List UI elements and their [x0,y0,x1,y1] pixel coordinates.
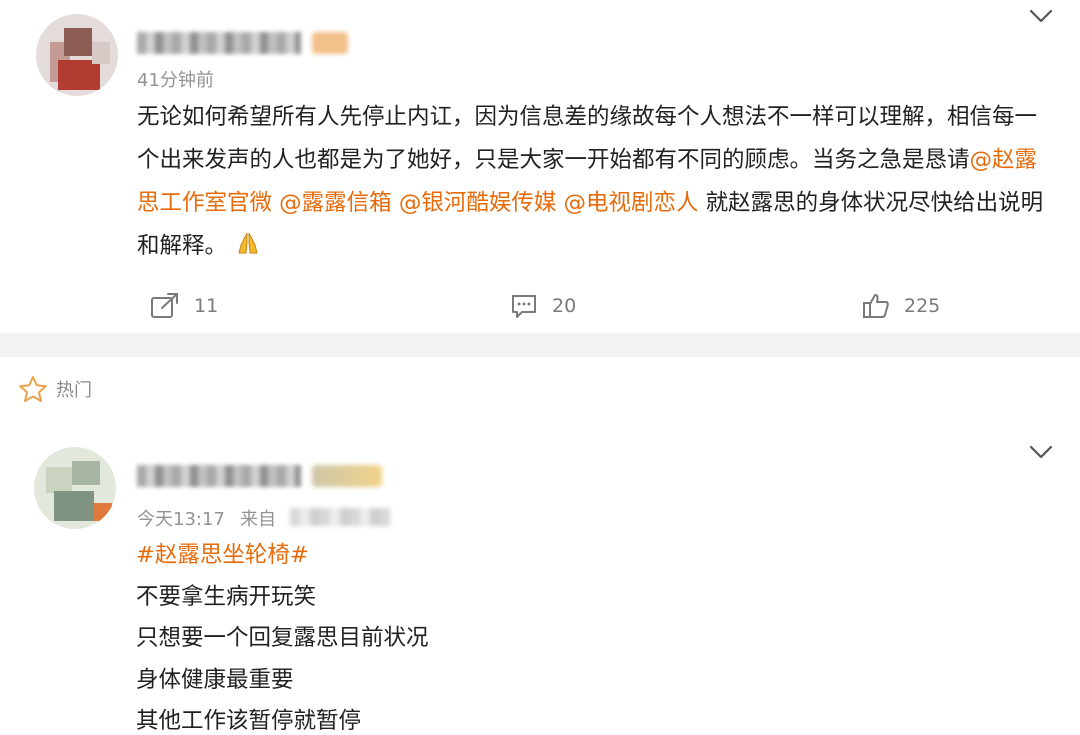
avatar[interactable] [36,14,118,96]
reply-line: 只想要一个回复露思目前状况 [136,625,429,651]
reply-line: 其他工作该暂停就暂停 [136,708,362,734]
post-card: 41分钟前 无论如何希望所有人先停止内讧，因为信息差的缘故每个人想法不一样可以理… [0,0,1080,333]
mention-link[interactable]: @银河酷娱传媒 [399,190,557,216]
hot-comments-section: 热门 今天13:17 来自 #赵露思坐轮椅# 不要拿生病开玩笑 只想要一个回复露… [0,357,1080,734]
post-text-before: 无论如何希望所有人先停止内讧，因为信息差的缘故每个人想法不一样可以理解，相信每一… [137,104,1038,173]
repost-icon [151,293,178,318]
user-badge-blurred [312,32,348,54]
reply-source-prefix: 来自 [240,509,276,530]
thumbs-up-icon [863,294,889,318]
repost-count: 11 [194,295,219,317]
like-count: 225 [904,295,941,317]
mention-link[interactable]: @露露信箱 [279,190,392,216]
reply-line: 不要拿生病开玩笑 [136,584,317,610]
hot-section-header[interactable]: 热门 [18,375,92,403]
repost-button[interactable]: 11 [150,290,218,322]
comment-icon [512,295,536,318]
post-time: 41分钟前 [137,70,214,91]
chevron-down-icon[interactable] [1028,444,1054,460]
reply-username-blurred[interactable] [137,465,301,487]
reply-source-blurred[interactable] [290,508,390,526]
star-icon [19,376,47,402]
reply-avatar[interactable] [34,447,116,529]
post-body: 无论如何希望所有人先停止内讧，因为信息差的缘故每个人想法不一样可以理解，相信每一… [137,96,1057,270]
section-divider [0,333,1080,357]
reply-badge-blurred [312,465,382,487]
username-blurred[interactable] [137,32,301,54]
hashtag-link[interactable]: #赵露思坐轮椅# [136,537,309,569]
mention-link[interactable]: @电视剧恋人 [564,190,699,216]
pray-emoji [234,227,262,270]
comment-count: 20 [552,295,577,317]
hot-label: 热门 [56,380,92,401]
reply-time: 今天13:17 [137,509,225,530]
comment-button[interactable]: 20 [510,290,576,322]
like-button[interactable]: 225 [862,290,940,322]
chevron-down-icon[interactable] [1028,8,1054,24]
reply-line: 身体健康最重要 [136,667,294,693]
